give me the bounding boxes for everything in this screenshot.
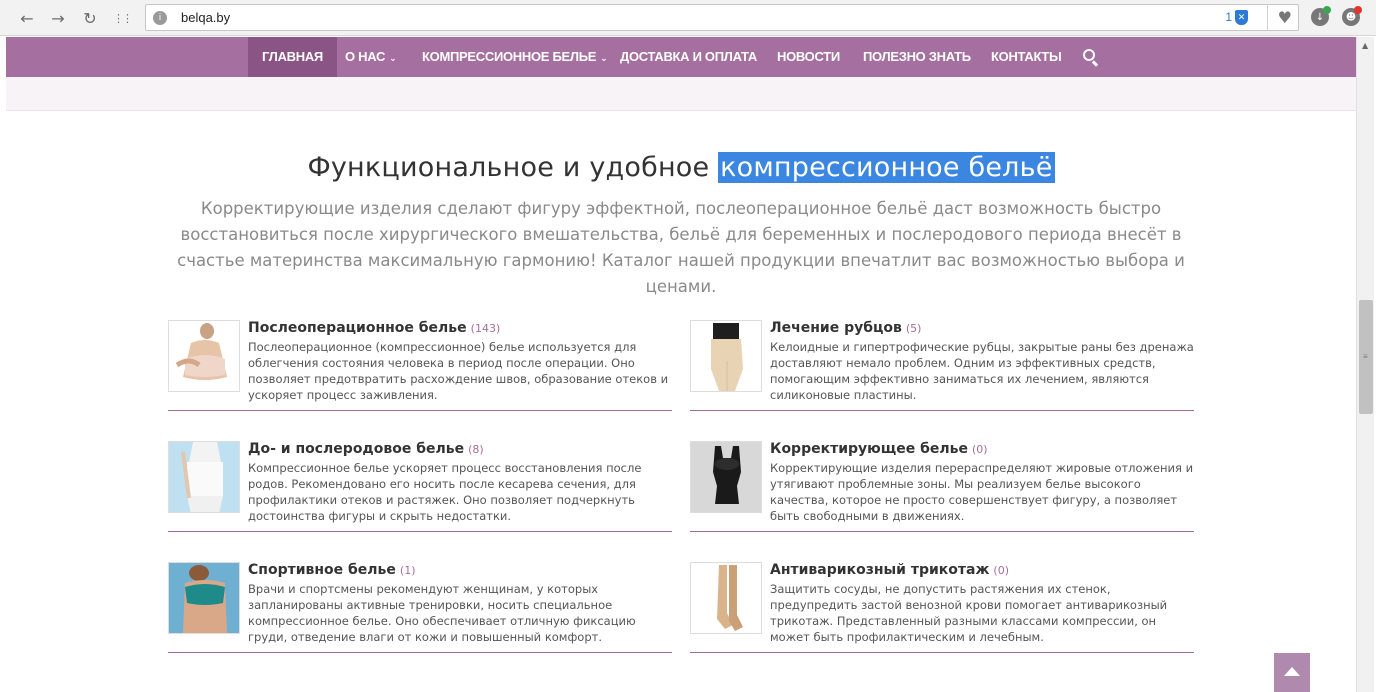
- adblock-count: 1: [1225, 10, 1232, 24]
- scroll-up-icon[interactable]: ▲: [1362, 41, 1368, 50]
- menu-item-contacts[interactable]: КОНТАКТЫ: [991, 37, 1062, 77]
- category-card[interactable]: Антиварикозный трикотаж (0) Защитить сосу…: [690, 562, 1194, 653]
- category-description: Келоидные и гипертрофические рубцы, закр…: [770, 340, 1194, 402]
- category-name: Послеоперационное белье: [248, 320, 467, 336]
- category-description: Врачи и спортсмены рекомендуют женщинам,…: [248, 582, 636, 644]
- scrollbar-thumb[interactable]: ≡: [1359, 300, 1373, 414]
- category-image[interactable]: [168, 441, 240, 513]
- menu-item-compression[interactable]: КОМПРЕССИОННОЕ БЕЛЬЕ ⌄: [422, 37, 608, 77]
- search-icon[interactable]: [1083, 49, 1099, 67]
- chevron-down-icon: ⌄: [600, 54, 608, 64]
- sub-header-bar: [6, 77, 1356, 111]
- category-description: Послеоперационное (компрессионное) белье…: [248, 340, 669, 402]
- page-title: Функциональное и удобное компрессионное …: [6, 152, 1356, 183]
- browser-toolbar: ← → ↻ ⋮⋮ i belqa.by 1 ✕ ♥ ↓ ☻: [0, 0, 1376, 36]
- category-count: (1): [399, 564, 416, 577]
- extension-icon[interactable]: ☻: [1342, 6, 1362, 26]
- category-title[interactable]: До- и послеродовое белье (8): [248, 441, 484, 457]
- category-title[interactable]: Лечение рубцов (5): [770, 320, 921, 336]
- scroll-to-top-button[interactable]: [1274, 653, 1310, 692]
- category-title[interactable]: Спортивное белье (1): [248, 562, 416, 578]
- heart-icon[interactable]: ♥: [1278, 8, 1292, 27]
- reload-icon[interactable]: ↻: [79, 7, 101, 29]
- menu-item-about-label: О НАС: [345, 49, 386, 64]
- arrow-up-icon: [1284, 667, 1300, 676]
- category-description: Компрессионное белье ускоряет процесс во…: [248, 461, 642, 523]
- back-icon[interactable]: ←: [16, 7, 38, 29]
- menu-item-useful[interactable]: ПОЛЕЗНО ЗНАТЬ: [863, 37, 971, 77]
- address-bar[interactable]: i belqa.by 1 ✕ ♥: [145, 4, 1299, 31]
- title-highlight: компрессионное бельё: [718, 152, 1055, 183]
- category-title[interactable]: Послеоперационное белье (143): [248, 320, 500, 336]
- category-card[interactable]: Лечение рубцов (5) Келоидные и гипертрофи…: [690, 320, 1194, 411]
- category-name: Корректирующее белье: [770, 441, 968, 457]
- category-image[interactable]: [690, 562, 762, 634]
- category-title[interactable]: Корректирующее белье (0): [770, 441, 988, 457]
- vertical-scrollbar[interactable]: ▲ ≡: [1356, 37, 1374, 692]
- category-card[interactable]: До- и послеродовое белье (8) Компрессионн…: [168, 441, 672, 532]
- category-name: Антиварикозный трикотаж: [770, 562, 990, 578]
- web-page: ГЛАВНАЯ О НАС ⌄ КОМПРЕССИОННОЕ БЕЛЬЕ ⌄ ДОС…: [6, 37, 1356, 692]
- category-count: (143): [470, 322, 501, 335]
- category-count: (8): [468, 443, 484, 456]
- category-card[interactable]: Спортивное белье (1) Врачи и спортсмены р…: [168, 562, 672, 653]
- grip-icon: ≡: [1363, 352, 1368, 361]
- menu-item-compression-label: КОМПРЕССИОННОЕ БЕЛЬЕ: [422, 49, 597, 64]
- category-image[interactable]: [690, 441, 762, 513]
- category-image[interactable]: [168, 320, 240, 392]
- apps-icon[interactable]: ⋮⋮: [111, 7, 133, 29]
- category-name: Лечение рубцов: [770, 320, 902, 336]
- category-card[interactable]: Корректирующее белье (0) Корректирующие и…: [690, 441, 1194, 532]
- menu-item-home[interactable]: ГЛАВНАЯ: [248, 37, 337, 77]
- site-info-icon[interactable]: i: [153, 11, 167, 25]
- menu-item-news[interactable]: НОВОСТИ: [777, 37, 840, 77]
- forward-icon[interactable]: →: [47, 7, 69, 29]
- main-menu: ГЛАВНАЯ О НАС ⌄ КОМПРЕССИОННОЕ БЕЛЬЕ ⌄ ДОС…: [6, 37, 1356, 77]
- omnibox-divider: [1267, 5, 1268, 30]
- intro-text: Корректирующие изделия сделают фигуру эф…: [177, 199, 1185, 296]
- category-card[interactable]: Послеоперационное белье (143) Послеоперац…: [168, 320, 672, 411]
- shield-icon[interactable]: ✕: [1235, 10, 1248, 25]
- category-name: До- и послеродовое белье: [248, 441, 465, 457]
- chevron-down-icon: ⌄: [389, 54, 397, 64]
- url-text[interactable]: belqa.by: [181, 10, 230, 25]
- title-text: Функциональное и удобное: [307, 152, 719, 183]
- category-image[interactable]: [690, 320, 762, 392]
- category-image[interactable]: [168, 562, 240, 634]
- category-description: Защитить сосуды, не допустить растяжения…: [770, 582, 1168, 644]
- category-name: Спортивное белье: [248, 562, 396, 578]
- category-title[interactable]: Антиварикозный трикотаж (0): [770, 562, 1009, 578]
- category-description: Корректирующие изделия перераспределяют …: [770, 461, 1194, 523]
- menu-item-about[interactable]: О НАС ⌄: [345, 37, 397, 77]
- category-count: (5): [905, 322, 922, 335]
- category-count: (0): [972, 443, 988, 456]
- category-count: (0): [993, 564, 1009, 577]
- menu-item-delivery[interactable]: ДОСТАВКА И ОПЛАТА: [620, 37, 757, 77]
- download-extension-icon[interactable]: ↓: [1311, 6, 1331, 26]
